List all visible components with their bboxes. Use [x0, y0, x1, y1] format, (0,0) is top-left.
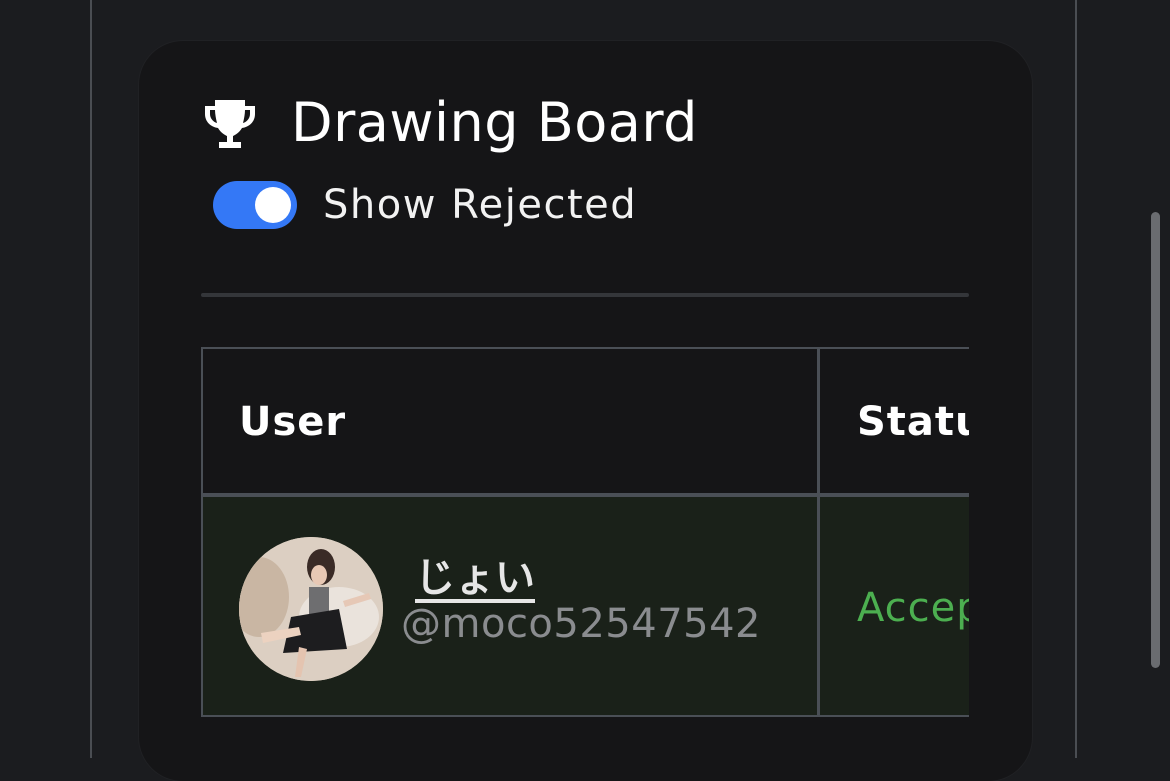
status-badge: Accep: [857, 585, 969, 631]
board-header: Drawing Board: [201, 91, 698, 154]
table-header-row: User Statu: [201, 347, 969, 497]
toggle-knob: [255, 187, 291, 223]
column-header-user: User: [239, 399, 347, 445]
vertical-scrollbar[interactable]: [1151, 212, 1160, 668]
table-row: じょい @moco52547542 Accep: [201, 495, 969, 717]
column-divider: [817, 347, 820, 717]
user-handle: @moco52547542: [401, 601, 761, 647]
trophy-icon: [201, 94, 259, 152]
user-name-link[interactable]: じょい: [415, 545, 535, 603]
submissions-table: User Statu じょい @moco52547542: [201, 347, 969, 727]
show-rejected-label: Show Rejected: [323, 182, 638, 228]
drawing-board-card: Drawing Board Show Rejected User Statu: [139, 41, 1032, 781]
show-rejected-toggle[interactable]: [213, 181, 297, 229]
page-title: Drawing Board: [291, 91, 698, 154]
avatar[interactable]: [239, 537, 383, 681]
section-divider: [201, 293, 969, 297]
column-header-status: Statu: [857, 399, 969, 445]
show-rejected-filter: Show Rejected: [213, 181, 637, 229]
